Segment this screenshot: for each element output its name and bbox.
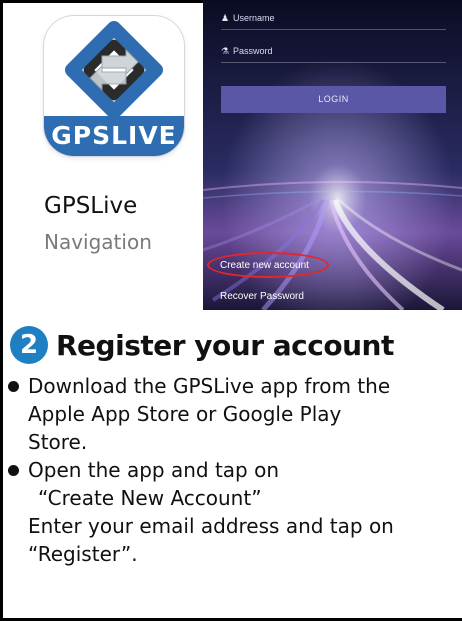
instruction-line: “Register”. [28,542,138,566]
app-category: Navigation [44,230,152,254]
instruction-line: Open the app and tap on [28,458,280,482]
bullet-dot-icon [8,465,19,476]
login-screenshot: ♟ Username ⚗ Password LOGIN Create new acc… [203,0,462,310]
instruction-item-register: Open the app and tap on “Create New Acco… [8,456,462,568]
gps-arrows-emblem-icon [65,21,163,116]
app-name: GPSLive [44,193,138,219]
bullet-dot-icon [8,381,19,392]
step-title: Register your account [56,328,394,362]
gpslive-app-icon[interactable]: GPSLIVE [44,16,184,156]
step-number-badge: 2 [10,326,48,364]
login-button[interactable]: LOGIN [221,86,446,113]
key-icon: ⚗ [221,46,230,56]
create-account-link[interactable]: Create new account [220,260,309,271]
password-placeholder: Password [233,46,273,56]
step-heading: 2 Register your account [10,324,394,366]
recover-password-link[interactable]: Recover Password [220,291,304,302]
user-icon: ♟ [221,13,230,23]
instruction-item-download: Download the GPSLive app from the Apple … [8,372,462,456]
instruction-line: Store. [28,430,88,454]
instruction-line: “Create New Account” [38,486,262,510]
password-field[interactable]: ⚗ Password [221,40,446,63]
username-placeholder: Username [233,13,275,23]
username-field[interactable]: ♟ Username [221,7,446,30]
instruction-line: Apple App Store or Google Play [28,402,342,426]
instruction-line: Enter your email address and tap on [28,514,394,538]
app-icon-label: GPSLIVE [44,116,184,156]
instruction-line: Download the GPSLive app from the [28,374,391,398]
instruction-list: Download the GPSLive app from the Apple … [8,372,462,568]
